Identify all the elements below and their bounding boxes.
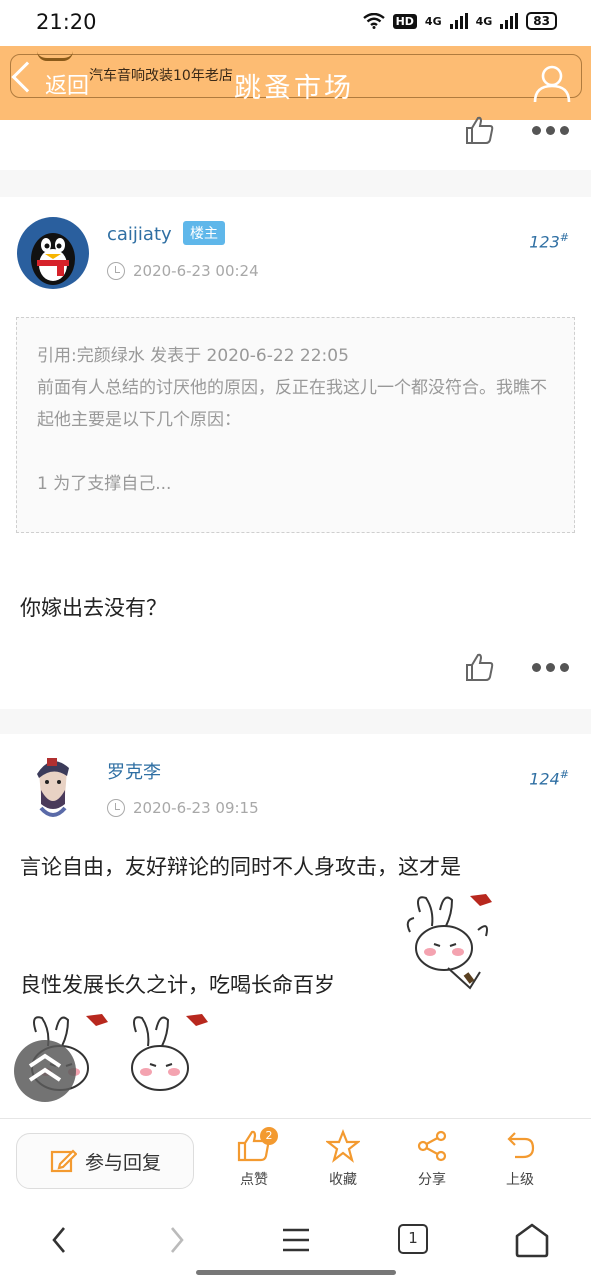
double-chevron-up-icon	[28, 1053, 62, 1082]
post-content-line-2: 良性发展长久之计，吃喝长命百岁	[20, 973, 335, 997]
back-arrow-icon[interactable]	[48, 1222, 70, 1258]
undo-arrow-icon	[507, 1132, 535, 1159]
previous-post-footer	[0, 116, 591, 170]
rabbit-sticker-icon	[131, 1014, 208, 1091]
up-level-button[interactable]: 上级	[490, 1129, 550, 1189]
floor-number-value: 124	[529, 769, 560, 789]
page-title: 跳蚤市场	[234, 73, 354, 104]
author-name[interactable]: caijiaty	[107, 224, 172, 245]
up-level-label: 上级	[506, 1172, 534, 1188]
portrait-avatar-icon	[17, 752, 89, 824]
status-icons: HD 4G 4G 83	[362, 12, 557, 30]
post-date: 2020-6-23 09:15	[107, 799, 259, 817]
browser-nav-bar: 1	[0, 1202, 591, 1280]
post-actions	[464, 114, 569, 146]
wifi-icon	[362, 13, 385, 29]
share-icon	[417, 1130, 447, 1162]
post-date: 2020-6-23 00:24	[107, 262, 259, 280]
reply-label: 参与回复	[84, 1151, 161, 1174]
quote-body: 前面有人总结的讨厌他的原因，反正在我这儿一个都没符合。我瞧不起他主要是以下几个原…	[37, 378, 547, 430]
avatar[interactable]	[17, 752, 89, 824]
post-content: 你嫁出去没有？	[20, 596, 167, 620]
reply-button[interactable]: 参与回复	[16, 1133, 194, 1189]
post-content-line-1: 言论自由，友好辩论的同时不人身攻击，这才是	[20, 855, 461, 879]
share-label: 分享	[418, 1172, 446, 1188]
more-options-icon[interactable]	[532, 662, 569, 672]
penguin-avatar-icon	[17, 217, 89, 289]
status-time: 21:20	[36, 10, 97, 34]
edit-icon	[50, 1149, 77, 1173]
scroll-to-top-button[interactable]	[14, 1040, 76, 1102]
user-icon[interactable]	[531, 62, 573, 104]
clock-icon	[107, 799, 125, 817]
quote-block: 引用:完颜绿水 发表于 2020-6-22 22:05 前面有人总结的讨厌他的原…	[16, 317, 575, 533]
post-card: 罗克李 124# 2020-6-23 09:15 言论自由，友好辩论的同时不人身…	[0, 734, 591, 1118]
floor-number: 124#	[529, 768, 569, 789]
favorite-button[interactable]: 收藏	[313, 1129, 373, 1189]
share-button[interactable]: 分享	[402, 1129, 462, 1189]
tab-count: 1	[408, 1229, 418, 1247]
post-actions	[464, 651, 569, 683]
post-date-text: 2020-6-23 00:24	[133, 262, 259, 280]
clock-icon	[107, 262, 125, 280]
post-date-text: 2020-6-23 09:15	[133, 799, 259, 817]
more-options-icon[interactable]	[532, 125, 569, 135]
bottom-toolbar: 参与回复 2 点赞 收藏 分享 上级	[0, 1118, 591, 1202]
menu-icon[interactable]	[280, 1222, 312, 1258]
star-icon	[326, 1129, 360, 1163]
quote-header: 引用:完颜绿水 发表于 2020-6-22 22:05	[37, 346, 349, 366]
signal-icon	[449, 13, 468, 29]
rabbit-sticker-icon	[406, 894, 492, 990]
avatar[interactable]	[17, 217, 89, 289]
forward-arrow-icon[interactable]	[166, 1222, 188, 1258]
like-count-badge: 2	[260, 1127, 278, 1145]
like-label: 点赞	[240, 1172, 268, 1188]
home-icon[interactable]	[514, 1222, 550, 1258]
author-name[interactable]: 罗克李	[107, 758, 161, 784]
signal-icon-2	[500, 13, 519, 29]
status-bar: 21:20 HD 4G 4G 83	[0, 0, 591, 46]
home-indicator[interactable]	[196, 1270, 396, 1275]
network-type-2: 4G	[475, 14, 493, 28]
thumbs-up-icon[interactable]	[464, 651, 496, 683]
floor-number: 123#	[529, 231, 569, 252]
hd-icon: HD	[392, 13, 417, 29]
post-card: caijiaty 楼主 123# 2020-6-23 00:24 引用:完颜绿水…	[0, 197, 591, 709]
tabs-button[interactable]: 1	[398, 1224, 428, 1254]
quote-tail: 1 为了支撑自己...	[37, 474, 172, 494]
favorite-label: 收藏	[329, 1172, 357, 1188]
op-badge: 楼主	[183, 221, 225, 245]
network-type-1: 4G	[424, 14, 442, 28]
thumbs-up-icon[interactable]	[464, 114, 496, 146]
banner-text: 汽车音响改装10年老店	[89, 68, 233, 84]
like-button[interactable]: 2 点赞	[224, 1127, 284, 1189]
battery-icon: 83	[526, 12, 557, 30]
banner-logo-icon	[37, 51, 73, 61]
top-navigation-bar: 汽车音响改装10年老店 返回 跳蚤市场	[0, 46, 591, 120]
back-button[interactable]: 返回	[45, 68, 89, 100]
floor-number-value: 123	[529, 232, 560, 252]
